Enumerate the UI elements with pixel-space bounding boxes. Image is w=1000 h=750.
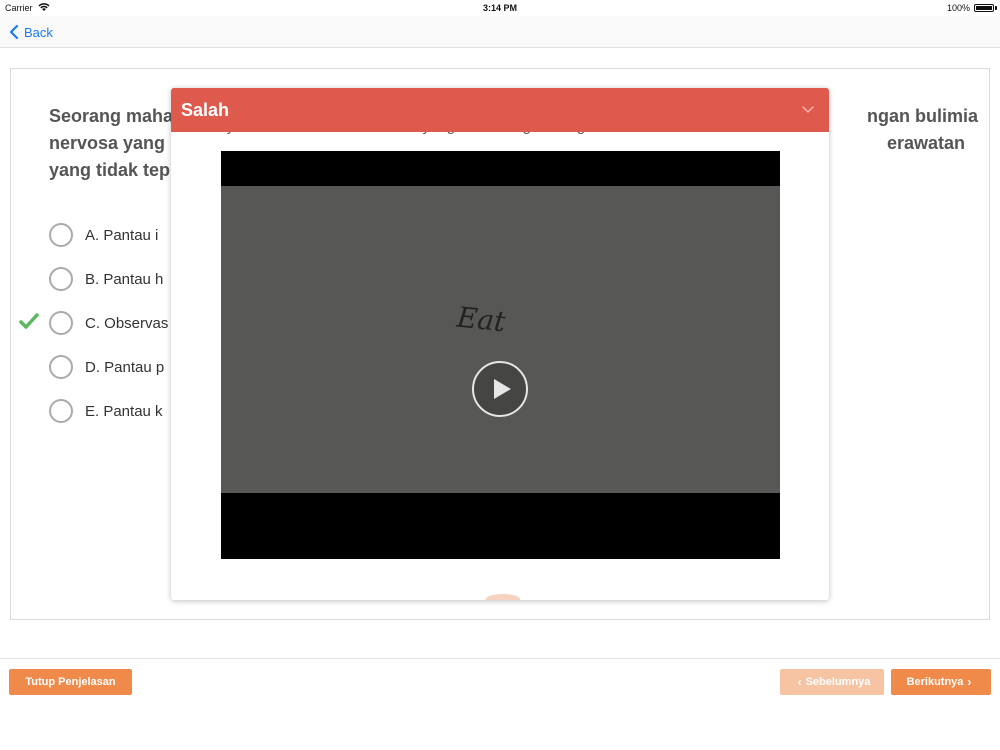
radio-button[interactable] [49,399,73,423]
option-e[interactable]: E. Pantau k [49,389,168,433]
modal-header: Salah [171,88,829,132]
previous-button[interactable]: ‹ Sebelumnya [780,669,884,695]
chevron-right-icon: › [967,675,972,689]
option-label: B. Pantau h [85,270,164,288]
back-label: Back [24,24,53,40]
option-label: E. Pantau k [85,402,163,420]
radio-button[interactable] [49,311,73,335]
option-c[interactable]: C. Observas [19,301,169,345]
radio-button[interactable] [49,223,73,247]
back-button[interactable]: Back [8,21,53,43]
question-line-1-right: ngan bulimia [867,106,979,126]
close-explanation-button[interactable]: Tutup Penjelasan [9,669,132,695]
battery-percent: 100% [946,3,970,13]
explanation-modal: lainnya. Karakteristik-karakteristik yan… [171,88,829,600]
navigation-bar: Back [0,16,1000,48]
chevron-left-icon [9,24,19,40]
video-player[interactable]: Eat [221,151,780,559]
previous-label: Sebelumnya [805,676,871,688]
option-d[interactable]: D. Pantau p [49,345,168,389]
radio-button[interactable] [49,355,73,379]
radio-button[interactable] [49,267,73,291]
next-button[interactable]: Berikutnya › [891,669,991,695]
play-button[interactable] [472,361,528,417]
question-line-1: Seorang maha [49,106,174,126]
question-line-3: yang tidak tep [49,160,171,180]
option-label: A. Pantau i [85,226,159,244]
option-a[interactable]: A. Pantau i [49,213,168,257]
answer-options: A. Pantau i B. Pantau h C. Observas D. P… [19,213,169,433]
next-label: Berikutnya [906,676,964,688]
status-time: 3:14 PM [482,3,517,13]
option-label: D. Pantau p [85,358,165,376]
play-icon [494,379,511,399]
correct-check-icon [19,313,39,329]
battery-tip [995,6,997,10]
chevron-down-icon[interactable] [801,102,815,116]
question-line-2: nervosa yang [49,133,166,153]
option-label: C. Observas [85,314,169,332]
video-caption: Eat [455,300,507,339]
option-b[interactable]: B. Pantau h [49,257,168,301]
battery-icon [974,4,994,12]
close-explanation-label: Tutup Penjelasan [25,676,116,688]
scroll-indicator [486,594,520,600]
question-line-2-right: erawatan [887,133,966,153]
video-frame: Eat [221,186,780,493]
status-bar: Carrier 3:14 PM 100% [0,0,1000,16]
bottom-toolbar: Tutup Penjelasan ‹ Sebelumnya Berikutnya… [0,658,1000,750]
modal-title: Salah [181,99,230,120]
chevron-left-icon: ‹ [797,675,802,689]
